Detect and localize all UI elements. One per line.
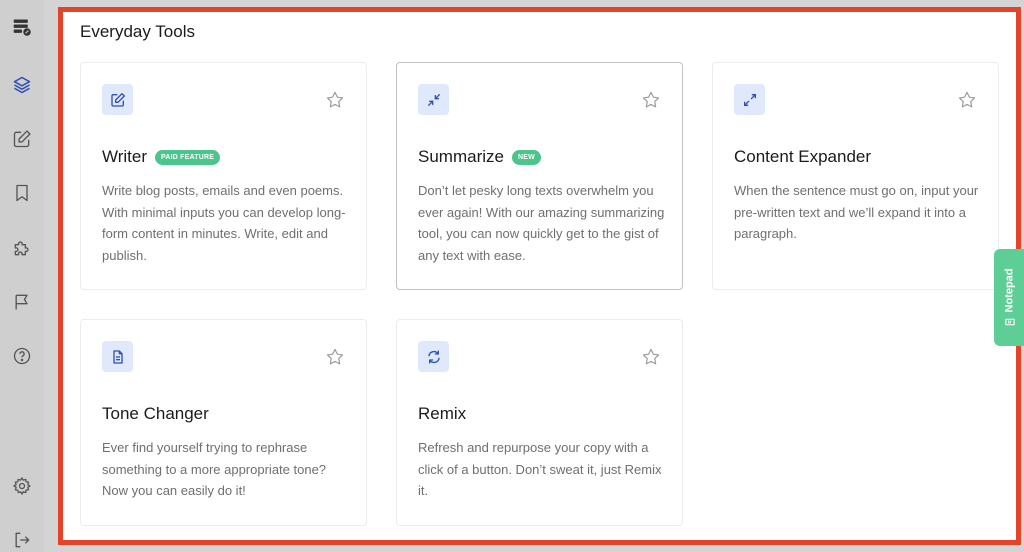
card-description: Refresh and repurpose your copy with a c… (418, 440, 662, 498)
document-icon (102, 341, 133, 372)
expand-arrows-icon (734, 84, 765, 115)
card-description: When the sentence must go on, input your… (734, 183, 979, 241)
paid-feature-badge: PAID FEATURE (155, 149, 221, 165)
edit-icon[interactable] (10, 127, 34, 151)
card-title: Tone Changer (102, 404, 209, 423)
favorite-star-icon[interactable] (641, 90, 661, 110)
bookmark-icon[interactable] (10, 181, 34, 205)
help-icon[interactable] (10, 344, 34, 368)
refresh-icon (418, 341, 449, 372)
card-title-row: Writer PAID FEATURE (102, 147, 221, 167)
tool-card-tone-changer[interactable]: Tone Changer Ever find yourself trying t… (80, 319, 367, 526)
card-title-row: Remix (418, 404, 466, 424)
puzzle-icon[interactable] (10, 236, 34, 260)
tool-card-summarize[interactable]: Summarize NEW Don’t let pesky long texts… (396, 62, 683, 290)
card-description: Write blog posts, emails and even poems.… (102, 183, 346, 263)
favorite-star-icon[interactable] (957, 90, 977, 110)
card-title: Writer (102, 147, 148, 166)
card-title-row: Tone Changer (102, 404, 209, 424)
card-title: Summarize (418, 147, 504, 166)
logo-icon[interactable] (10, 15, 34, 39)
notepad-label: Notepad (1003, 268, 1015, 312)
settings-icon[interactable] (10, 474, 34, 498)
notepad-icon (1004, 318, 1014, 325)
flag-icon[interactable] (10, 290, 34, 314)
tool-card-writer[interactable]: Writer PAID FEATURE Write blog posts, em… (80, 62, 367, 290)
sidebar (0, 0, 44, 552)
card-title-row: Content Expander (734, 147, 871, 167)
tool-card-content-expander[interactable]: Content Expander When the sentence must … (712, 62, 999, 290)
card-description: Don’t let pesky long texts overwhelm you… (418, 183, 665, 263)
card-title: Content Expander (734, 147, 872, 166)
section-title: Everyday Tools (80, 22, 195, 41)
card-title-row: Summarize NEW (418, 147, 541, 167)
logout-icon[interactable] (10, 528, 34, 552)
card-description: Ever find yourself trying to rephrase so… (102, 440, 327, 498)
layers-icon[interactable] (10, 73, 34, 97)
tool-card-remix[interactable]: Remix Refresh and repurpose your copy wi… (396, 319, 683, 526)
favorite-star-icon[interactable] (325, 90, 345, 110)
collapse-arrows-icon (418, 84, 449, 115)
favorite-star-icon[interactable] (325, 347, 345, 367)
new-badge: NEW (511, 149, 541, 165)
favorite-star-icon[interactable] (641, 347, 661, 367)
main-panel: Everyday Tools Writer PAID FEATURE Write… (58, 7, 1021, 545)
card-title: Remix (418, 404, 467, 423)
notepad-tab[interactable]: Notepad (994, 249, 1024, 346)
pencil-square-icon (102, 84, 133, 115)
